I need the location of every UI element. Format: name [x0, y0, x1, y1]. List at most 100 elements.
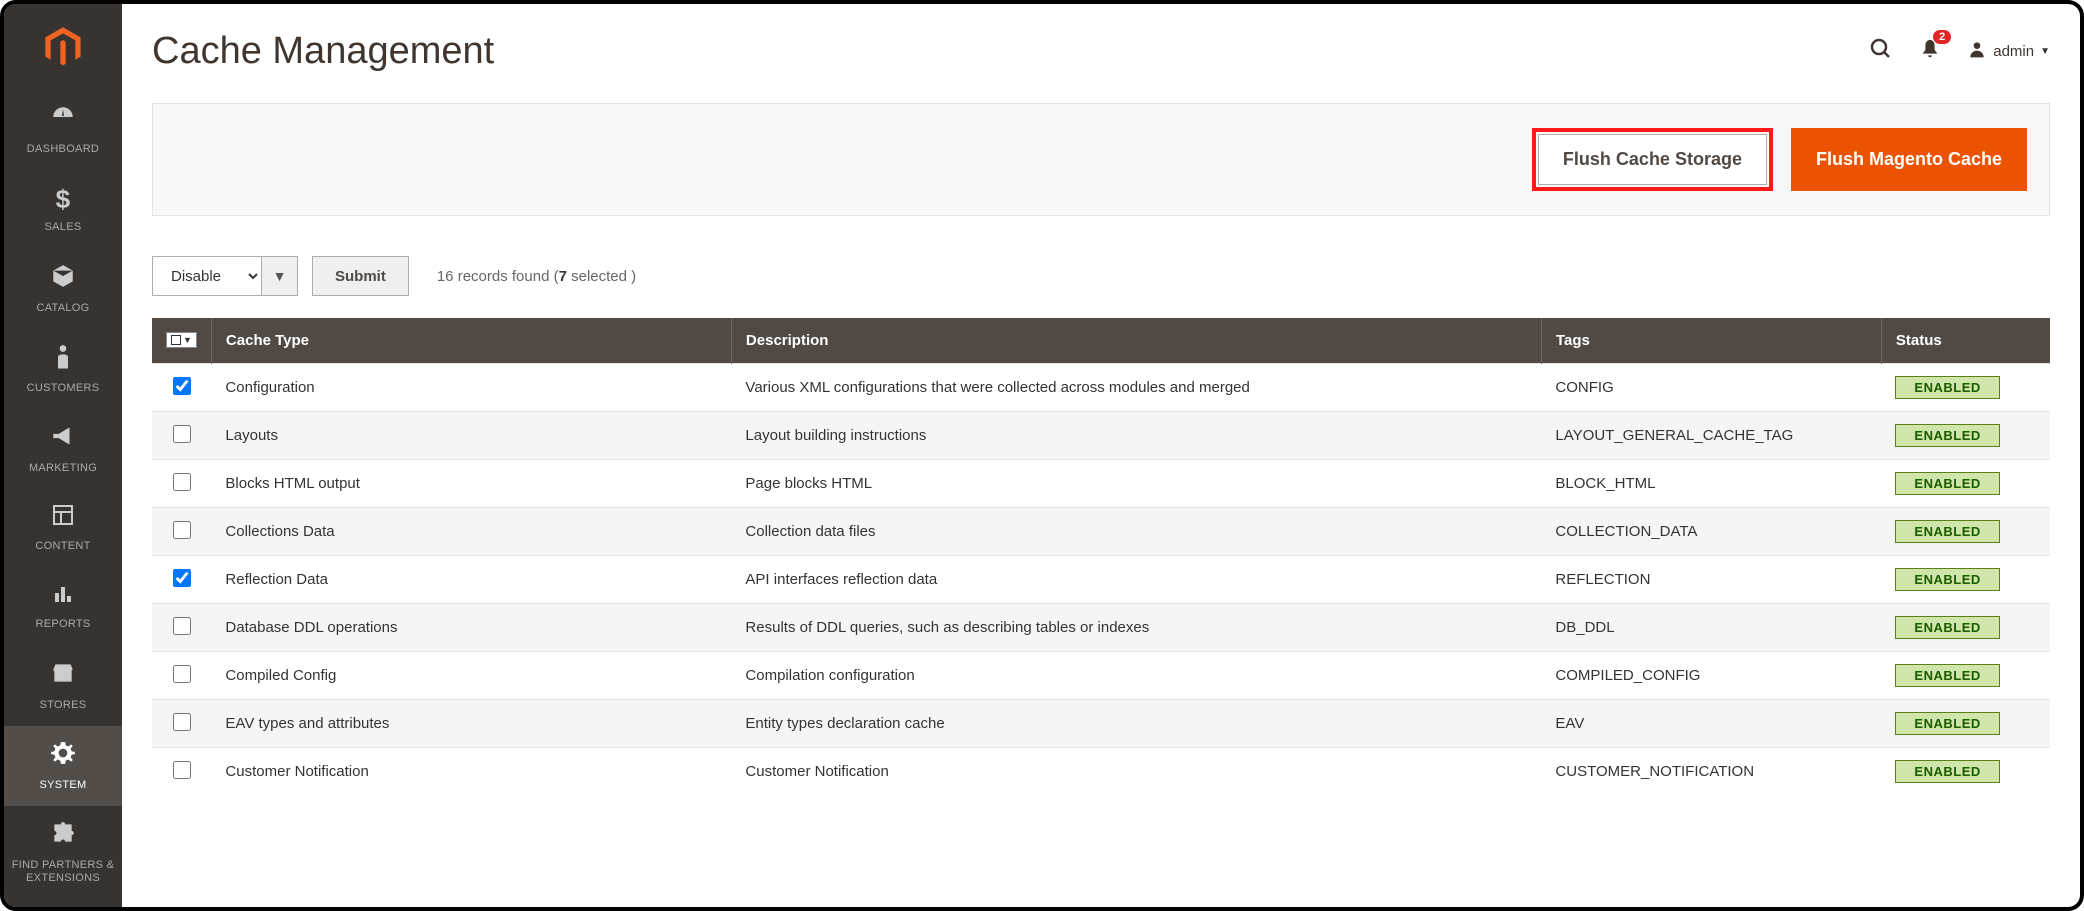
search-icon[interactable]: [1869, 37, 1893, 67]
row-checkbox[interactable]: [173, 473, 191, 491]
gear-icon: [50, 740, 76, 773]
table-row: EAV types and attributesEntity types dec…: [152, 700, 2050, 748]
status-badge: ENABLED: [1895, 712, 1999, 735]
sidebar-item-find-partners-extensions[interactable]: FIND PARTNERS & EXTENSIONS: [4, 806, 122, 899]
table-row: Blocks HTML outputPage blocks HTMLBLOCK_…: [152, 460, 2050, 508]
action-bar: Flush Cache Storage Flush Magento Cache: [152, 103, 2050, 216]
flush-cache-storage-button[interactable]: Flush Cache Storage: [1538, 134, 1767, 185]
select-all-toggle[interactable]: ▼: [166, 332, 197, 348]
cell-cache-type: Configuration: [211, 364, 731, 412]
cell-status: ENABLED: [1881, 748, 2050, 796]
cell-status: ENABLED: [1881, 556, 2050, 604]
cell-cache-type: Customer Notification: [211, 748, 731, 796]
cell-description: Page blocks HTML: [731, 460, 1541, 508]
dashboard-icon: [50, 104, 76, 137]
col-header-cache-type[interactable]: Cache Type: [211, 318, 731, 364]
sidebar-item-catalog[interactable]: CATALOG: [4, 249, 122, 329]
status-badge: ENABLED: [1895, 616, 1999, 639]
status-badge: ENABLED: [1895, 568, 1999, 591]
cell-tags: REFLECTION: [1541, 556, 1881, 604]
status-badge: ENABLED: [1895, 520, 1999, 543]
row-checkbox[interactable]: [173, 521, 191, 539]
person-icon: [53, 343, 73, 376]
chevron-down-icon: ▼: [2040, 46, 2050, 57]
bars-icon: [51, 581, 75, 612]
sidebar-item-customers[interactable]: CUSTOMERS: [4, 329, 122, 409]
cell-description: Customer Notification: [731, 748, 1541, 796]
flush-storage-highlight: Flush Cache Storage: [1532, 128, 1773, 191]
cell-status: ENABLED: [1881, 460, 2050, 508]
cell-description: Entity types declaration cache: [731, 700, 1541, 748]
cell-status: ENABLED: [1881, 604, 2050, 652]
cell-description: Various XML configurations that were col…: [731, 364, 1541, 412]
cell-status: ENABLED: [1881, 508, 2050, 556]
puzzle-icon: [50, 820, 76, 853]
sidebar: DASHBOARD$SALESCATALOGCUSTOMERSMARKETING…: [4, 4, 122, 907]
cell-tags: EAV: [1541, 700, 1881, 748]
row-checkbox[interactable]: [173, 665, 191, 683]
box-icon: [50, 263, 76, 296]
main-content: Cache Management 2 admin ▼: [122, 4, 2080, 907]
mass-action-select[interactable]: Disable: [152, 256, 262, 296]
cell-status: ENABLED: [1881, 412, 2050, 460]
cell-status: ENABLED: [1881, 652, 2050, 700]
submit-button[interactable]: Submit: [312, 256, 409, 296]
status-badge: ENABLED: [1895, 424, 1999, 447]
cell-description: Results of DDL queries, such as describi…: [731, 604, 1541, 652]
notifications-icon[interactable]: 2: [1919, 38, 1941, 66]
cache-table: ▼ Cache Type Description Tags Status Con…: [152, 318, 2050, 795]
cell-description: Compilation configuration: [731, 652, 1541, 700]
cell-tags: CUSTOMER_NOTIFICATION: [1541, 748, 1881, 796]
cell-tags: CONFIG: [1541, 364, 1881, 412]
row-checkbox[interactable]: [173, 713, 191, 731]
status-badge: ENABLED: [1895, 760, 1999, 783]
cell-description: API interfaces reflection data: [731, 556, 1541, 604]
sidebar-item-reports[interactable]: REPORTS: [4, 567, 122, 645]
mass-action-dropdown-toggle[interactable]: ▼: [262, 256, 298, 296]
cell-tags: DB_DDL: [1541, 604, 1881, 652]
user-menu[interactable]: admin ▼: [1967, 39, 2050, 65]
cell-status: ENABLED: [1881, 364, 2050, 412]
table-row: Compiled ConfigCompilation configuration…: [152, 652, 2050, 700]
table-row: Customer NotificationCustomer Notificati…: [152, 748, 2050, 796]
table-row: LayoutsLayout building instructionsLAYOU…: [152, 412, 2050, 460]
cell-status: ENABLED: [1881, 700, 2050, 748]
sidebar-item-content[interactable]: CONTENT: [4, 489, 122, 567]
row-checkbox[interactable]: [173, 761, 191, 779]
user-label: admin: [1993, 43, 2034, 60]
cell-cache-type: Blocks HTML output: [211, 460, 731, 508]
cell-tags: BLOCK_HTML: [1541, 460, 1881, 508]
cell-description: Layout building instructions: [731, 412, 1541, 460]
magento-logo[interactable]: [38, 22, 88, 72]
user-icon: [1967, 39, 1987, 65]
storefront-icon: [50, 660, 76, 693]
notification-badge: 2: [1933, 30, 1951, 44]
table-row: Database DDL operationsResults of DDL qu…: [152, 604, 2050, 652]
col-header-tags[interactable]: Tags: [1541, 318, 1881, 364]
sidebar-item-sales[interactable]: $SALES: [4, 170, 122, 248]
cell-cache-type: Compiled Config: [211, 652, 731, 700]
row-checkbox[interactable]: [173, 377, 191, 395]
flush-magento-cache-button[interactable]: Flush Magento Cache: [1791, 128, 2027, 191]
row-checkbox[interactable]: [173, 569, 191, 587]
status-badge: ENABLED: [1895, 664, 1999, 687]
row-checkbox[interactable]: [173, 617, 191, 635]
cell-cache-type: Layouts: [211, 412, 731, 460]
table-row: Collections DataCollection data filesCOL…: [152, 508, 2050, 556]
sidebar-item-dashboard[interactable]: DASHBOARD: [4, 90, 122, 170]
sidebar-item-marketing[interactable]: MARKETING: [4, 409, 122, 489]
layout-icon: [51, 503, 75, 534]
cell-tags: COMPILED_CONFIG: [1541, 652, 1881, 700]
col-header-status[interactable]: Status: [1881, 318, 2050, 364]
grid-toolbar: Disable ▼ Submit 16 records found (7 sel…: [152, 256, 2050, 296]
records-found-text: 16 records found (7 selected ): [437, 268, 636, 285]
row-checkbox[interactable]: [173, 425, 191, 443]
cell-tags: LAYOUT_GENERAL_CACHE_TAG: [1541, 412, 1881, 460]
sidebar-item-system[interactable]: SYSTEM: [4, 726, 122, 806]
col-header-description[interactable]: Description: [731, 318, 1541, 364]
dollar-icon: $: [56, 184, 71, 215]
table-row: ConfigurationVarious XML configurations …: [152, 364, 2050, 412]
sidebar-item-stores[interactable]: STORES: [4, 646, 122, 726]
status-badge: ENABLED: [1895, 376, 1999, 399]
cell-description: Collection data files: [731, 508, 1541, 556]
